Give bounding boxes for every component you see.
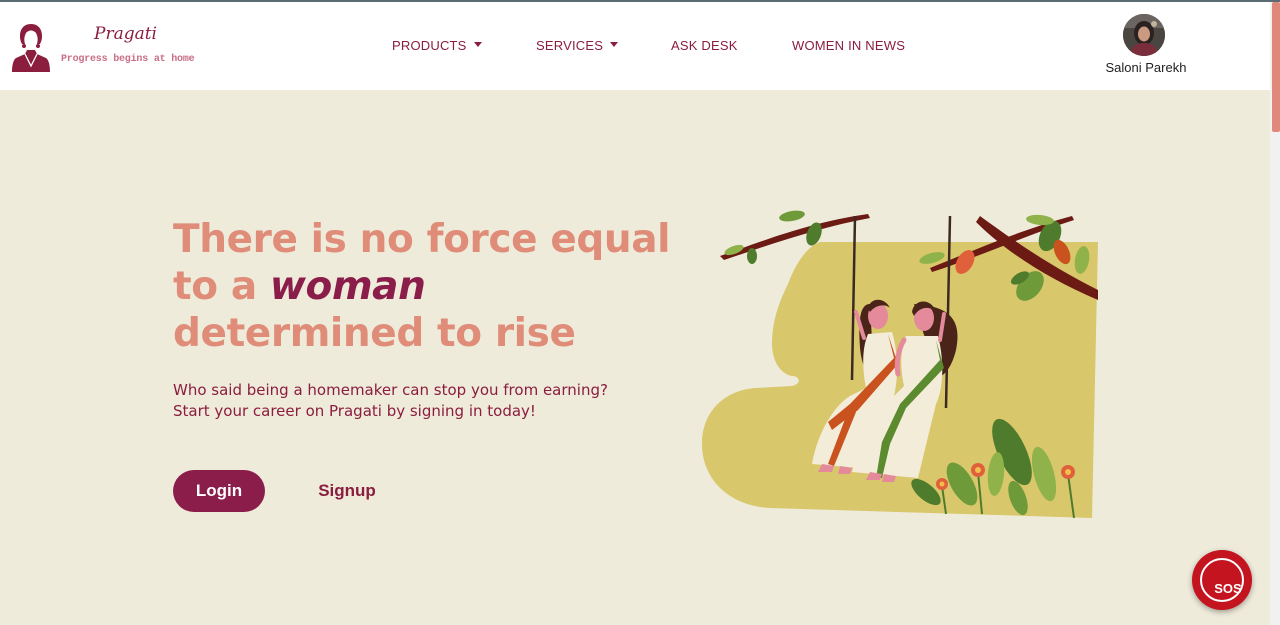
navbar: Pragati Progress begins at home PRODUCTS… (0, 2, 1270, 90)
signup-button[interactable]: Signup (300, 470, 394, 512)
nav-ask-desk-label: ASK DESK (671, 38, 738, 53)
sos-button[interactable]: SOS (1192, 550, 1252, 610)
woman-silhouette-logo-icon (12, 24, 50, 72)
headline-line-2: to a woman (173, 263, 673, 310)
user-profile[interactable]: Saloni Parekh (1100, 14, 1192, 80)
avatar[interactable] (1123, 14, 1165, 56)
nav-products-label: PRODUCTS (392, 38, 467, 53)
brand-tagline: Progress begins at home (61, 54, 195, 65)
hero-subtext: Who said being a homemaker can stop you … (173, 380, 643, 422)
login-button[interactable]: Login (173, 470, 265, 512)
headline-line-2-prefix: to a (173, 264, 270, 309)
headline-line-1: There is no force equal (173, 217, 671, 262)
brand-logo[interactable]: Pragati Progress begins at home (10, 20, 195, 76)
nav-services-label: SERVICES (536, 38, 604, 53)
sos-label: SOS (1214, 581, 1242, 596)
caret-down-icon (473, 42, 482, 48)
subtext-line-1: Who said being a homemaker can stop you … (173, 381, 608, 399)
nav-products[interactable]: PRODUCTS (392, 38, 482, 53)
headline-line-3: determined to rise (173, 311, 576, 356)
headline-emphasis: woman (269, 264, 426, 309)
brand-name: Pragati (94, 24, 157, 44)
nav-services[interactable]: SERVICES (536, 38, 619, 53)
caret-down-icon (610, 42, 619, 48)
hero-headline: There is no force equal to a woman deter… (173, 216, 673, 357)
user-name: Saloni Parekh (1105, 60, 1187, 75)
nav-women-in-news-label: WOMEN IN NEWS (792, 38, 906, 53)
subtext-line-2: Start your career on Pragati by signing … (173, 402, 536, 420)
women-on-swing-illustration (702, 210, 1098, 519)
scrollbar-thumb[interactable] (1272, 2, 1280, 132)
nav-women-in-news[interactable]: WOMEN IN NEWS (792, 38, 905, 53)
avatar-photo (1123, 14, 1165, 56)
sos-phone-icon: SOS (1200, 558, 1244, 602)
nav-ask-desk[interactable]: ASK DESK (671, 38, 738, 53)
